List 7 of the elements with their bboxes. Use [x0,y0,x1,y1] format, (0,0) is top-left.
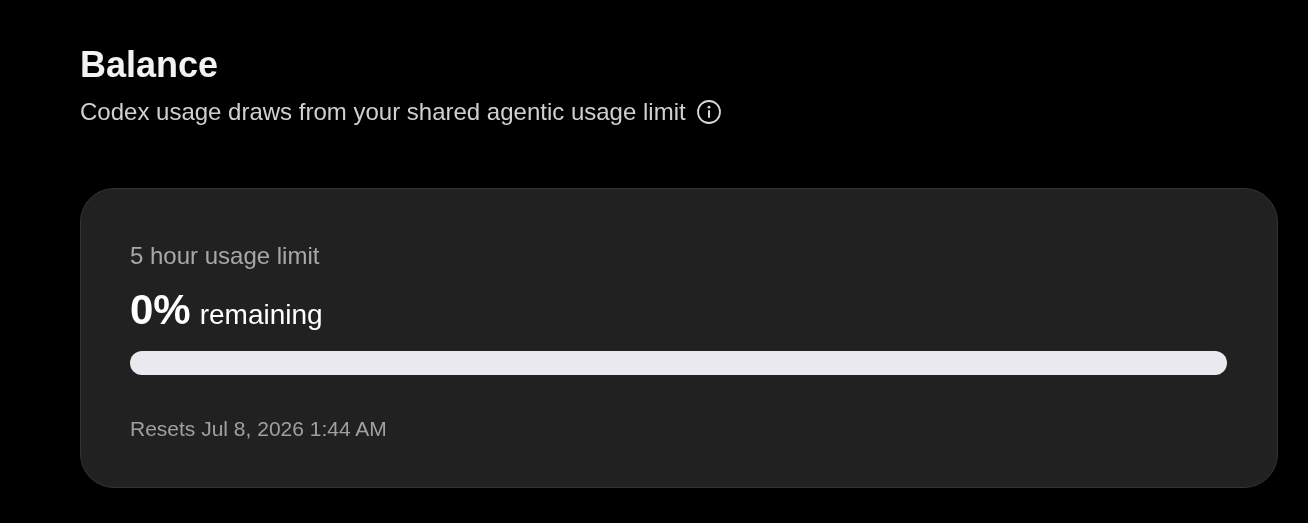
reset-time: Resets Jul 8, 2026 1:44 AM [130,416,388,442]
percent-value: 0% [130,285,191,335]
limit-label: 5 hour usage limit [130,241,321,271]
section-title: Balance [80,43,220,87]
percent-caption: remaining [199,298,323,332]
info-icon[interactable] [695,99,722,125]
section-description: Codex usage draws from your shared agentic usage limit [80,97,686,127]
